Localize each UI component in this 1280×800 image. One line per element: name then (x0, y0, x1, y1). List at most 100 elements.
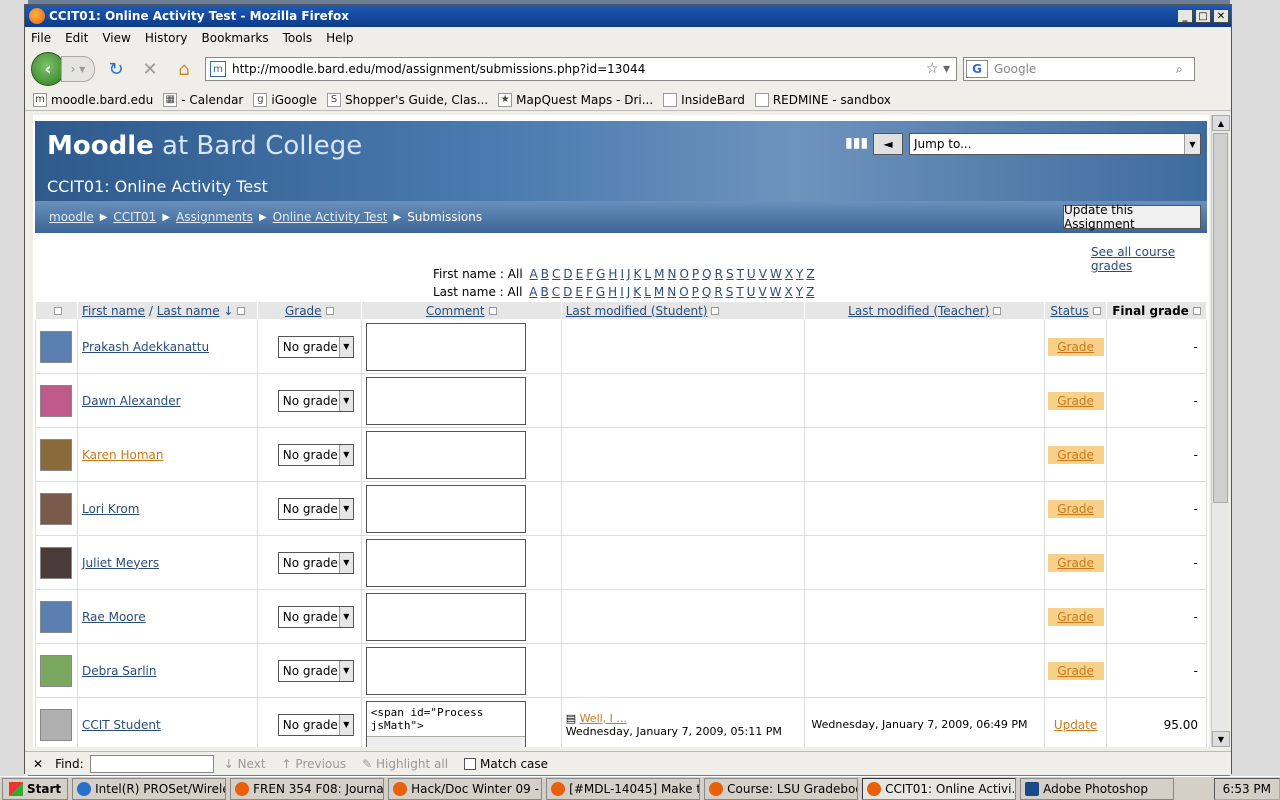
reload-icon[interactable]: ↻ (103, 56, 129, 82)
previous-activity-button[interactable]: ◄ (873, 133, 903, 155)
user-name-link[interactable]: Dawn Alexander (78, 394, 181, 408)
grade-button[interactable]: Grade (1047, 445, 1104, 464)
user-name-link[interactable]: Lori Krom (78, 502, 139, 516)
activity-bars-icon[interactable]: ▮▮▮ (845, 135, 868, 155)
submission-link[interactable]: Well, I ... (580, 712, 627, 725)
comment-textarea[interactable] (365, 430, 526, 479)
bookmark-item[interactable]: ★ MapQuest Maps - Dri... (498, 92, 653, 107)
collapse-icon[interactable] (711, 307, 720, 315)
letter-filter-link[interactable]: W (770, 267, 782, 281)
letter-filter-link[interactable]: S (726, 285, 734, 299)
bookmark-item[interactable]: S Shopper's Guide, Clas... (327, 92, 488, 107)
taskbar-item[interactable]: Intel(R) PROSet/Wireless (72, 777, 227, 800)
menu-bookmarks[interactable]: Bookmarks (202, 31, 269, 45)
bookmark-item[interactable]: InsideBard (663, 92, 745, 107)
grade-sort-link[interactable]: Grade (285, 304, 322, 318)
first-name-sort-link[interactable]: First name (82, 304, 145, 318)
comment-textarea[interactable] (365, 376, 526, 425)
user-name-link[interactable]: Prakash Adekkanattu (78, 340, 209, 354)
letter-filter-link[interactable]: X (785, 267, 793, 281)
collapse-icon[interactable] (1092, 307, 1101, 315)
letter-filter-link[interactable]: Q (702, 285, 711, 299)
comment-textarea[interactable] (365, 538, 526, 587)
see-all-grades-link[interactable]: See all course grades (1091, 245, 1209, 273)
comment-sort-link[interactable]: Comment (426, 304, 485, 318)
collapse-icon[interactable] (54, 307, 63, 315)
grade-select[interactable]: No grade ▼ (277, 497, 354, 520)
letter-filter-link[interactable]: M (654, 285, 664, 299)
scroll-thumb[interactable] (1213, 133, 1228, 503)
letter-filter-link[interactable]: M (654, 267, 664, 281)
taskbar-item-active[interactable]: CCIT01: Online Activi... (862, 777, 1017, 800)
bookmark-star-icon[interactable]: ☆ ▾ (926, 61, 950, 77)
letter-filter-link[interactable]: H (608, 285, 617, 299)
find-previous-button[interactable]: ↑ Previous (282, 757, 347, 771)
collapse-icon[interactable] (1192, 307, 1201, 315)
taskbar-item[interactable]: Hack/Doc Winter 09 - D... (388, 777, 543, 800)
letter-filter-link[interactable]: Z (806, 285, 814, 299)
letter-filter-link[interactable]: P (692, 285, 699, 299)
letter-filter-link[interactable]: G (596, 285, 605, 299)
letter-filter-link[interactable]: W (770, 285, 782, 299)
scroll-down-icon[interactable]: ▼ (1212, 731, 1230, 747)
maximize-button[interactable]: □ (1195, 9, 1211, 23)
letter-filter-link[interactable]: N (667, 267, 676, 281)
letter-filter-link[interactable]: B (541, 267, 549, 281)
letter-filter-link[interactable]: I (620, 285, 624, 299)
horizontal-scrollbar[interactable] (366, 735, 525, 747)
grade-select[interactable]: No grade ▼ (277, 335, 354, 358)
taskbar-item[interactable]: Course: LSU Gradebook... (704, 777, 859, 800)
minimize-button[interactable]: _ (1177, 9, 1193, 23)
comment-textarea[interactable] (365, 484, 526, 533)
letter-filter-link[interactable]: F (586, 285, 593, 299)
letter-filter-link[interactable]: U (747, 285, 756, 299)
collapse-icon[interactable] (237, 307, 246, 315)
home-icon[interactable]: ⌂ (171, 56, 197, 82)
letter-filter-link[interactable]: U (747, 267, 756, 281)
letter-filter-link[interactable]: X (785, 285, 793, 299)
grade-select[interactable]: No grade ▼ (277, 443, 354, 466)
comment-textarea[interactable]: <span id="Process jsMath"> (365, 700, 526, 747)
find-input[interactable] (89, 754, 214, 773)
forward-button[interactable]: › ▾ (61, 56, 95, 82)
google-icon[interactable]: G (966, 60, 988, 78)
letter-filter-link[interactable]: Z (806, 267, 814, 281)
match-case-checkbox[interactable] (464, 757, 477, 770)
letter-filter-link[interactable]: G (596, 267, 605, 281)
user-name-link[interactable]: Juliet Meyers (78, 556, 159, 570)
lm-student-sort-link[interactable]: Last modified (Student) (566, 304, 708, 318)
start-button[interactable]: Start (2, 777, 69, 800)
breadcrumb-course[interactable]: CCIT01 (113, 210, 156, 224)
grade-select[interactable]: No grade ▼ (277, 605, 354, 628)
grade-select[interactable]: No grade ▼ (277, 551, 354, 574)
breadcrumb-moodle[interactable]: moodle (49, 210, 94, 224)
avatar[interactable] (40, 654, 73, 687)
letter-filter-link[interactable]: K (634, 267, 642, 281)
letter-filter-link[interactable]: L (644, 285, 651, 299)
comment-textarea[interactable] (365, 592, 526, 641)
letter-filter-link[interactable]: E (576, 267, 584, 281)
update-link[interactable]: Update (1045, 718, 1106, 732)
menu-help[interactable]: Help (326, 31, 353, 45)
letter-filter-link[interactable]: O (679, 267, 688, 281)
avatar[interactable] (40, 492, 73, 525)
grade-button[interactable]: Grade (1047, 391, 1104, 410)
letter-filter-link[interactable]: B (540, 285, 548, 299)
letter-filter-link[interactable]: L (644, 267, 651, 281)
letter-filter-link[interactable]: N (667, 285, 676, 299)
site-title[interactable]: Moodle at Bard College (47, 131, 362, 161)
lm-teacher-sort-link[interactable]: Last modified (Teacher) (848, 304, 989, 318)
user-name-link[interactable]: Debra Sarlin (78, 664, 157, 678)
avatar[interactable] (40, 600, 73, 633)
grade-select[interactable]: No grade ▼ (277, 389, 354, 412)
bookmark-item[interactable]: REDMINE - sandbox (754, 92, 891, 107)
collapse-icon[interactable] (993, 307, 1002, 315)
breadcrumb-assignments[interactable]: Assignments (176, 210, 253, 224)
letter-filter-link[interactable]: C (552, 285, 560, 299)
letter-filter-link[interactable]: T (736, 285, 743, 299)
letter-filter-link[interactable]: D (563, 285, 572, 299)
letter-filter-link[interactable]: T (737, 267, 744, 281)
stop-icon[interactable]: ✕ (137, 56, 163, 82)
letter-filter-link[interactable]: V (758, 285, 766, 299)
avatar[interactable] (40, 438, 73, 471)
